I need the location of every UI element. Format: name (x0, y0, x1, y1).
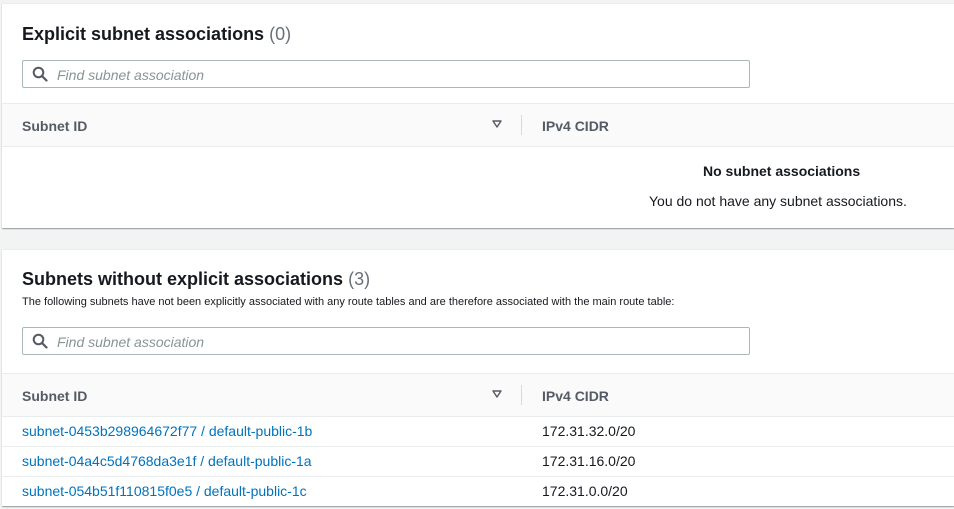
table-row: subnet-04a4c5d4768da3e1f / default-publi… (2, 446, 954, 477)
implicit-search-input[interactable]: Find subnet association (22, 327, 750, 355)
search-icon (32, 333, 48, 349)
empty-state-title: No subnet associations (703, 163, 861, 179)
sort-down-icon[interactable] (492, 120, 502, 128)
cidr-value: 172.31.0.0/20 (542, 483, 628, 499)
table-row: subnet-054b51f110815f0e5 / default-publi… (2, 476, 954, 506)
section-count: (0) (269, 24, 292, 44)
column-resizer[interactable] (521, 385, 522, 405)
table-row: subnet-0453b298964672f77 / default-publi… (2, 416, 954, 447)
cidr-value: 172.31.16.0/20 (542, 453, 636, 469)
column-header-ipv4-cidr[interactable]: IPv4 CIDR (542, 388, 609, 404)
explicit-table-header: Subnet ID IPv4 CIDR (2, 103, 954, 147)
implicit-associations-header: Subnets without explicit associations (3… (22, 269, 370, 290)
column-resizer[interactable] (521, 115, 522, 135)
subnet-link[interactable]: subnet-04a4c5d4768da3e1f / default-publi… (22, 453, 312, 469)
explicit-associations-header: Explicit subnet associations (0) (22, 24, 291, 45)
cidr-value: 172.31.32.0/20 (542, 423, 636, 439)
explicit-search-input[interactable]: Find subnet association (22, 60, 750, 88)
column-header-subnet-id[interactable]: Subnet ID (22, 388, 87, 404)
subnet-link[interactable]: subnet-054b51f110815f0e5 / default-publi… (22, 483, 307, 499)
implicit-table-header: Subnet ID IPv4 CIDR (2, 373, 954, 417)
section-title: Explicit subnet associations (22, 24, 265, 44)
subnet-link[interactable]: subnet-0453b298964672f77 / default-publi… (22, 423, 312, 439)
search-placeholder: Find subnet association (57, 67, 205, 83)
section-title: Subnets without explicit associations (22, 269, 344, 289)
column-header-subnet-id[interactable]: Subnet ID (22, 118, 87, 134)
empty-state-message: You do not have any subnet associations. (649, 193, 907, 209)
search-icon (32, 66, 48, 82)
section-description: The following subnets have not been expl… (22, 296, 675, 308)
search-placeholder: Find subnet association (57, 334, 205, 350)
section-count: (3) (348, 269, 371, 289)
sort-down-icon[interactable] (492, 390, 502, 398)
column-header-ipv4-cidr[interactable]: IPv4 CIDR (542, 118, 609, 134)
implicit-associations-panel: Subnets without explicit associations (3… (2, 249, 954, 506)
explicit-associations-panel: Explicit subnet associations (0) Find su… (2, 3, 954, 228)
